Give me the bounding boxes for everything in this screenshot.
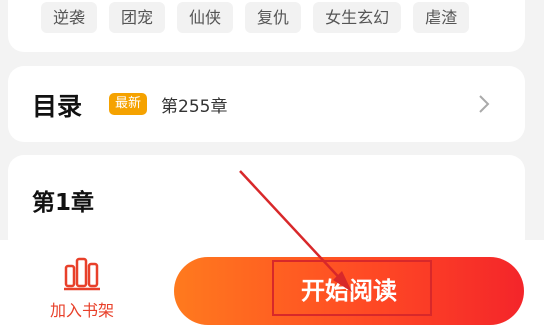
shelf-label: 加入书架 xyxy=(49,301,114,320)
tags-card: 逆袭 团宠 仙侠 复仇 女生玄幻 虐渣 xyxy=(8,0,525,52)
tag[interactable]: 逆袭 xyxy=(41,2,98,33)
start-reading-button[interactable]: 开始阅读 xyxy=(174,257,524,325)
tag-list: 逆袭 团宠 仙侠 复仇 女生玄幻 虐渣 xyxy=(41,2,470,33)
chevron-right-icon xyxy=(479,95,490,113)
chapter-title: 第1章 xyxy=(32,190,95,216)
tag[interactable]: 女生玄幻 xyxy=(313,2,402,33)
tag[interactable]: 复仇 xyxy=(245,2,302,33)
bookshelf-icon xyxy=(64,257,100,291)
latest-chapter: 第255章 xyxy=(161,97,228,117)
tag[interactable]: 仙侠 xyxy=(177,2,234,33)
catalog-row[interactable]: 目录 最新 第255章 xyxy=(8,66,525,142)
add-to-shelf-button[interactable]: 加入书架 xyxy=(44,257,120,321)
tag[interactable]: 团宠 xyxy=(109,2,166,33)
tag[interactable]: 虐渣 xyxy=(413,2,470,33)
bottom-bar: 加入书架 开始阅读 xyxy=(0,240,544,332)
latest-badge: 最新 xyxy=(109,93,148,115)
catalog-title: 目录 xyxy=(32,92,83,121)
